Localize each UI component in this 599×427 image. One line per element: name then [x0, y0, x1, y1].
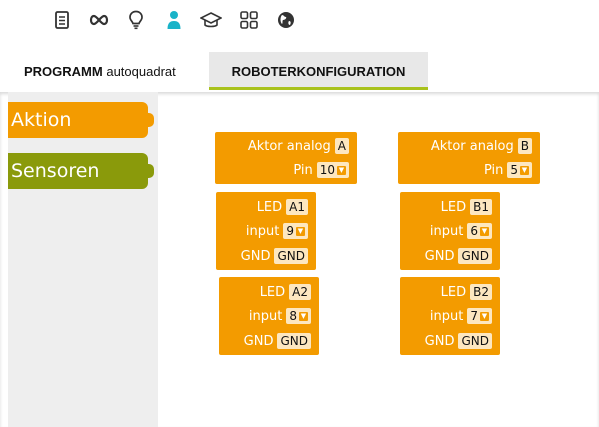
led-b1-input-value: 6 — [470, 224, 478, 238]
led-a2-input-dropdown[interactable]: 8 ▼ — [286, 308, 311, 324]
category-sensoren-label: Sensoren — [11, 160, 100, 182]
tab-program[interactable]: PROGRAMM autoquadrat — [24, 52, 204, 90]
infinity-icon[interactable] — [87, 8, 111, 32]
blockly-workspace[interactable]: Aktion Sensoren Aktor analog A Pin 10 ▼ A… — [0, 92, 599, 427]
led-a2-input-label: input — [248, 308, 283, 324]
led-block-b1[interactable]: LED B1 input 6 ▼ GND GND — [400, 192, 500, 270]
led-b1-gnd-field[interactable]: GND — [458, 248, 492, 264]
tab-active-underline — [209, 87, 428, 90]
actor-b-pin-label: Pin — [483, 162, 504, 178]
graduation-cap-icon[interactable] — [199, 8, 223, 32]
led-a2-gnd-label: GND — [243, 333, 274, 349]
led-block-a2[interactable]: LED A2 input 8 ▼ GND GND — [219, 277, 319, 355]
category-aktion[interactable]: Aktion — [8, 102, 154, 138]
dropdown-arrow-icon: ▼ — [296, 226, 305, 236]
led-b2-id-field[interactable]: B2 — [470, 284, 492, 300]
led-b2-gnd-label: GND — [424, 333, 455, 349]
led-b1-row: LED B1 — [441, 197, 492, 217]
top-toolbar — [0, 0, 599, 44]
led-a2-input-row: input 8 ▼ — [249, 306, 311, 326]
led-a1-gnd-row: GND GND — [241, 246, 308, 266]
led-a1-row: LED A1 — [257, 197, 308, 217]
actor-b-id-field[interactable]: B — [517, 138, 532, 154]
led-a2-gnd-field[interactable]: GND — [277, 333, 311, 349]
tab-bar: PROGRAMM autoquadrat ROBOTERKONFIGURATIO… — [0, 52, 599, 90]
actor-a-pin-dropdown[interactable]: 10 ▼ — [316, 162, 349, 178]
user-icon[interactable] — [162, 8, 186, 32]
actor-a-pin-label: Pin — [293, 162, 313, 178]
dropdown-arrow-icon: ▼ — [520, 165, 529, 175]
led-b2-gnd-field[interactable]: GND — [458, 333, 492, 349]
tab-robot-config-label: ROBOTERKONFIGURATION — [231, 63, 406, 79]
list-icon[interactable] — [50, 8, 74, 32]
tab-program-label: PROGRAMM — [24, 63, 103, 79]
led-a2-label: LED — [259, 284, 286, 300]
led-a2-row: LED A2 — [260, 282, 311, 302]
led-a1-input-value: 9 — [286, 224, 294, 238]
category-sensoren-notch — [146, 164, 154, 178]
led-a2-id-field[interactable]: A2 — [289, 284, 311, 300]
led-a2-input-value: 8 — [289, 309, 297, 323]
globe-icon[interactable] — [274, 8, 298, 32]
led-b2-input-label: input — [429, 308, 464, 324]
category-aktion-notch — [146, 113, 154, 127]
dropdown-arrow-icon: ▼ — [337, 165, 346, 175]
dropdown-arrow-icon: ▼ — [299, 311, 308, 321]
led-block-b2[interactable]: LED B2 input 7 ▼ GND GND — [400, 277, 500, 355]
led-b1-input-dropdown[interactable]: 6 ▼ — [467, 223, 492, 239]
led-a2-gnd-row: GND GND — [244, 331, 311, 351]
actor-a-pin-row: Pin 10 ▼ — [293, 160, 349, 180]
actor-a-id-field[interactable]: A — [334, 138, 349, 154]
led-b2-row: LED B2 — [441, 282, 492, 302]
toolbox-panel: Aktion Sensoren — [8, 92, 158, 427]
led-b2-label: LED — [440, 284, 467, 300]
actor-b-pin-row: Pin 5 ▼ — [484, 160, 532, 180]
led-b2-input-dropdown[interactable]: 7 ▼ — [467, 308, 492, 324]
dropdown-arrow-icon: ▼ — [480, 311, 489, 321]
tab-robot-config[interactable]: ROBOTERKONFIGURATION — [209, 52, 428, 90]
led-a1-input-label: input — [245, 223, 280, 239]
led-b1-label: LED — [440, 199, 467, 215]
led-b1-gnd-row: GND GND — [425, 246, 492, 266]
led-b2-gnd-row: GND GND — [425, 331, 492, 351]
actor-b-title-row: Aktor analog B — [431, 136, 532, 156]
led-a1-gnd-field[interactable]: GND — [274, 248, 308, 264]
actor-a-title-row: Aktor analog A — [248, 136, 349, 156]
actor-analog-block-b[interactable]: Aktor analog B Pin 5 ▼ — [398, 132, 540, 184]
led-b2-input-value: 7 — [470, 309, 478, 323]
actor-analog-block-a[interactable]: Aktor analog A Pin 10 ▼ — [215, 132, 357, 184]
led-a1-input-dropdown[interactable]: 9 ▼ — [283, 223, 308, 239]
led-b1-input-label: input — [429, 223, 464, 239]
lightbulb-icon[interactable] — [124, 8, 148, 32]
actor-a-pin-value: 10 — [319, 163, 335, 177]
led-block-a1[interactable]: LED A1 input 9 ▼ GND GND — [216, 192, 316, 270]
actor-b-pin-dropdown[interactable]: 5 ▼ — [507, 162, 532, 178]
led-b2-input-row: input 7 ▼ — [430, 306, 492, 326]
led-a1-gnd-label: GND — [240, 248, 271, 264]
tab-program-name: autoquadrat — [106, 63, 176, 79]
actor-a-title: Aktor analog — [247, 138, 331, 154]
led-b1-id-field[interactable]: B1 — [470, 199, 492, 215]
dropdown-arrow-icon: ▼ — [480, 226, 489, 236]
led-a1-label: LED — [256, 199, 283, 215]
actor-b-pin-value: 5 — [510, 163, 518, 177]
actor-b-title: Aktor analog — [430, 138, 514, 154]
led-a1-id-field[interactable]: A1 — [286, 199, 308, 215]
category-aktion-label: Aktion — [11, 109, 72, 131]
led-a1-input-row: input 9 ▼ — [246, 221, 308, 241]
category-sensoren[interactable]: Sensoren — [8, 153, 154, 189]
led-b1-input-row: input 6 ▼ — [430, 221, 492, 241]
grid-icon[interactable] — [237, 8, 261, 32]
led-b1-gnd-label: GND — [424, 248, 455, 264]
